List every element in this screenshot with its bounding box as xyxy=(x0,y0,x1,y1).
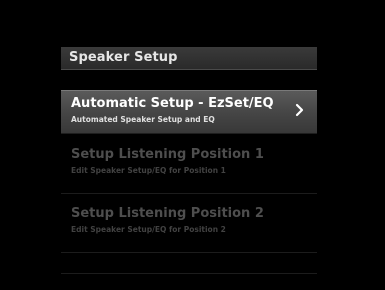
menu-divider xyxy=(61,252,317,253)
menu-item-subtitle: Edit Speaker Setup/EQ for Position 1 xyxy=(71,166,226,175)
chevron-right-icon xyxy=(295,103,304,117)
menu-title-bar: Speaker Setup xyxy=(61,47,317,70)
menu-item-automatic-setup[interactable]: Automatic Setup - EzSet/EQ Automated Spe… xyxy=(61,90,317,134)
menu-title: Speaker Setup xyxy=(69,50,178,65)
menu-item-title: Automatic Setup - EzSet/EQ xyxy=(71,96,274,111)
menu-item-title: Setup Listening Position 1 xyxy=(71,147,264,162)
menu-item-listening-position-1[interactable]: Setup Listening Position 1 Edit Speaker … xyxy=(61,142,317,184)
menu-item-subtitle: Edit Speaker Setup/EQ for Position 2 xyxy=(71,225,226,234)
menu-item-listening-position-2[interactable]: Setup Listening Position 2 Edit Speaker … xyxy=(61,201,317,243)
menu-item-subtitle: Automated Speaker Setup and EQ xyxy=(71,115,215,124)
menu-divider xyxy=(61,273,317,274)
speaker-setup-menu: Speaker Setup Automatic Setup - EzSet/EQ… xyxy=(61,47,317,275)
menu-divider xyxy=(61,193,317,194)
menu-item-title: Setup Listening Position 2 xyxy=(71,206,264,221)
screen: Speaker Setup Automatic Setup - EzSet/EQ… xyxy=(0,0,385,290)
